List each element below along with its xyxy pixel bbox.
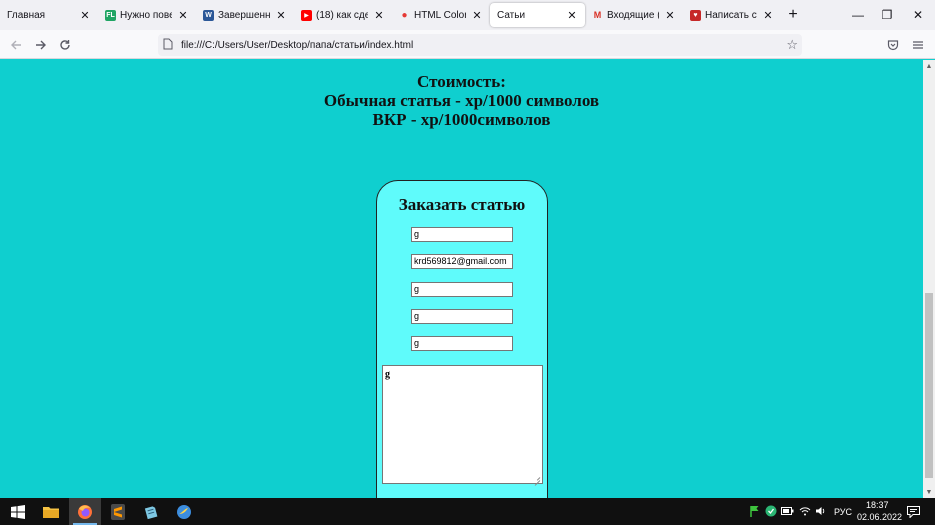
menu-icon[interactable] <box>907 34 929 56</box>
bookmark-icon: ♥ <box>690 9 701 21</box>
close-icon[interactable]: ✕ <box>78 8 92 22</box>
forward-arrow-icon[interactable] <box>30 34 52 56</box>
notifications-icon[interactable] <box>905 505 921 519</box>
navigation-bar: file:///C:/Users/User/Desktop/папа/стать… <box>0 30 935 59</box>
firefox-icon[interactable] <box>69 498 101 525</box>
tab-label: Завершенные за <box>218 9 270 21</box>
address-bar[interactable]: file:///C:/Users/User/Desktop/папа/стать… <box>158 34 802 56</box>
windows-start-icon[interactable] <box>2 498 34 525</box>
topic-field[interactable]: g <box>411 282 513 297</box>
close-icon[interactable]: ✕ <box>761 8 775 22</box>
tab-label: (18) как сделать <box>316 9 368 21</box>
tab-gmail[interactable]: M Входящие (127) ✕ <box>585 0 683 30</box>
sublime-text-icon[interactable] <box>102 498 134 525</box>
pricing-line-vkr: ВКР - хр/1000символов <box>372 110 551 129</box>
word-icon: W <box>203 9 214 21</box>
name-field[interactable]: g <box>411 227 513 242</box>
page-viewport: Стоимость: Обычная статья - хр/1000 симв… <box>0 60 923 498</box>
volume-field[interactable]: g <box>411 309 513 324</box>
email-field[interactable]: krd569812@gmail.com <box>411 254 513 269</box>
fl-icon: FL <box>105 9 116 21</box>
scrollbar-thumb[interactable] <box>925 293 933 478</box>
htmlcolor-icon: ● <box>401 9 408 21</box>
vertical-scrollbar[interactable]: ▲ ▼ <box>923 60 935 498</box>
textarea-text: g <box>385 369 390 380</box>
message-textarea[interactable]: g <box>382 365 543 486</box>
tab-fl[interactable]: FL Нужно повесить ✕ <box>98 0 196 30</box>
notepad-icon[interactable] <box>135 498 167 525</box>
battery-icon[interactable] <box>780 504 794 518</box>
tab-label: Входящие (127) <box>607 9 659 21</box>
close-icon[interactable]: ✕ <box>372 8 386 22</box>
close-window-button[interactable]: ✕ <box>901 0 935 30</box>
speaker-icon[interactable] <box>814 504 828 518</box>
tab-youtube[interactable]: ▶ (18) как сделать ✕ <box>294 0 392 30</box>
file-explorer-icon[interactable] <box>35 498 67 525</box>
tab-label: Нужно повесить <box>120 9 172 21</box>
pricing-line-article: Обычная статья - хр/1000 символов <box>323 91 600 110</box>
order-form: Заказать статью g krd569812@gmail.com g … <box>376 180 548 498</box>
back-arrow-icon[interactable] <box>5 34 27 56</box>
youtube-icon: ▶ <box>301 9 312 21</box>
tab-label: Написать статью <box>705 9 757 21</box>
tab-label: HTML Color Codes <box>414 9 466 21</box>
reload-icon[interactable] <box>54 34 76 56</box>
tab-strip: Главная ✕ FL Нужно повесить ✕ W Завершен… <box>0 0 935 30</box>
tab-label: Сатьи <box>497 9 526 21</box>
close-icon[interactable]: ✕ <box>274 8 288 22</box>
scroll-down-arrow-icon[interactable]: ▼ <box>923 486 935 498</box>
wifi-icon[interactable] <box>798 504 812 518</box>
close-icon[interactable]: ✕ <box>470 8 484 22</box>
pricing-title: Стоимость: <box>417 72 506 91</box>
restore-button[interactable]: ❐ <box>870 0 904 30</box>
resize-grip[interactable] <box>534 480 541 486</box>
clock-time[interactable]: 18:37 <box>866 500 889 510</box>
tab-htmlcolor[interactable]: ● HTML Color Codes ✕ <box>392 0 490 30</box>
clock-date[interactable]: 02.06.2022 <box>857 512 902 522</box>
tab-label: Главная <box>7 9 46 21</box>
tab-glavnaya[interactable]: Главная ✕ <box>0 0 98 30</box>
gmail-icon: M <box>593 10 602 20</box>
language-indicator[interactable]: РУС <box>834 507 852 517</box>
scroll-up-arrow-icon[interactable]: ▲ <box>923 60 935 72</box>
taskbar: РУС 18:37 02.06.2022 <box>0 498 935 525</box>
close-icon[interactable]: ✕ <box>565 8 579 22</box>
page-icon <box>163 38 181 53</box>
pocket-icon[interactable] <box>882 34 904 56</box>
flag-icon[interactable] <box>748 504 762 518</box>
app-icon[interactable] <box>168 498 200 525</box>
close-icon[interactable]: ✕ <box>176 8 190 22</box>
shield-check-icon[interactable] <box>764 504 778 518</box>
deadline-field[interactable]: g <box>411 336 513 351</box>
url-text: file:///C:/Users/User/Desktop/папа/стать… <box>181 39 414 51</box>
tab-word[interactable]: W Завершенные за ✕ <box>196 0 294 30</box>
pricing-block: Стоимость: Обычная статья - хр/1000 симв… <box>0 72 923 129</box>
close-icon[interactable]: ✕ <box>663 8 677 22</box>
bookmark-star-icon[interactable]: ☆ <box>786 37 798 53</box>
tab-stati-active[interactable]: Сатьи ✕ <box>490 3 585 27</box>
tab-napisat[interactable]: ♥ Написать статью ✕ <box>683 0 781 30</box>
new-tab-button[interactable]: + <box>781 0 805 30</box>
order-form-title: Заказать статью <box>398 195 526 214</box>
